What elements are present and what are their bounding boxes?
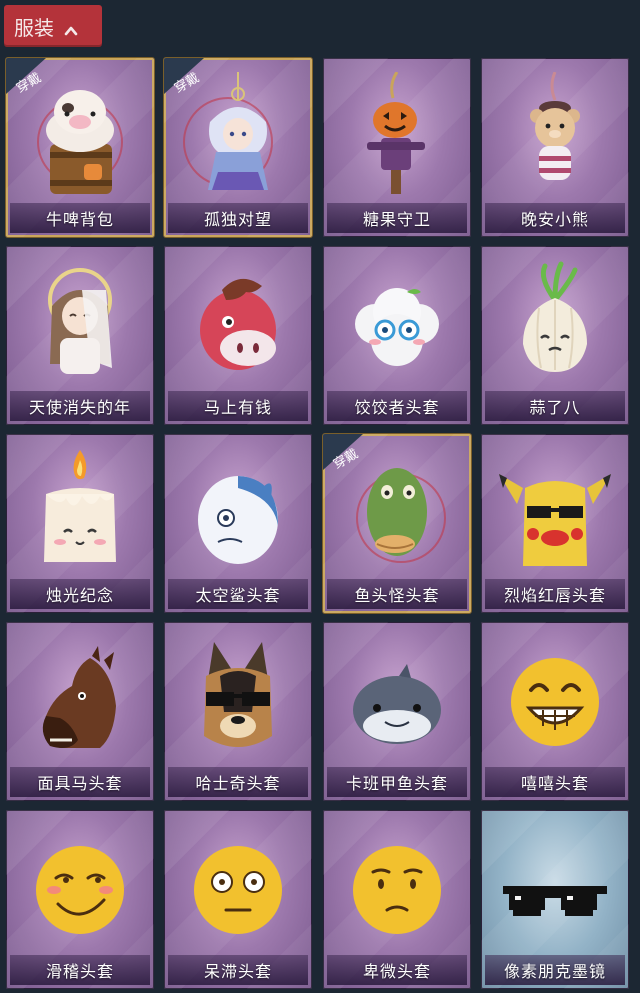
costume-card[interactable]: 烛光纪念 [6,434,154,613]
husky-head-sunglasses-icon [204,642,272,747]
cloud-dumpling-head-icon [355,288,439,366]
costume-label: 卑微头套 [362,962,431,981]
costume-card[interactable]: 饺饺者头套 [323,246,471,425]
costume-card[interactable]: 卑微头套 [323,810,471,989]
costume-label: 面具马头套 [37,774,123,793]
costume-card[interactable]: 穿戴 孤独对望 [164,58,312,237]
grey-fish-head-icon [353,664,441,744]
space-shark-head-icon [198,476,278,564]
dazed-emoji-head-icon [194,846,282,934]
costume-card[interactable]: 天使消失的年 [6,246,154,425]
costume-card[interactable]: 糖果守卫 [323,58,471,237]
costume-card[interactable]: 卡班甲鱼头套 [323,622,471,801]
costume-label: 天使消失的年 [28,398,131,417]
costume-card[interactable]: 面具马头套 [6,622,154,801]
pumpkin-scarecrow-pendant-icon [367,72,425,194]
horse-mask-icon [42,646,116,748]
costume-label: 滑稽头套 [45,962,114,981]
costume-card[interactable]: 马上有钱 [164,246,312,425]
costume-label: 呆滞头套 [203,962,272,981]
costume-card[interactable]: 蒜了八 [481,246,629,425]
costume-card[interactable]: 穿戴 牛啤背包 [6,58,154,237]
equipped-badge: 穿戴 [6,58,66,96]
costume-label: 太空鲨头套 [195,586,281,605]
equipped-badge: 穿戴 [323,434,383,472]
costume-label: 像素朋克墨镜 [503,962,606,981]
costume-label: 马上有钱 [203,398,272,417]
costume-label: 晚安小熊 [520,210,589,229]
costume-card[interactable]: 太空鲨头套 [164,434,312,613]
red-horse-head-icon [200,278,276,370]
costume-card[interactable]: 嘻嘻头套 [481,622,629,801]
costume-label: 牛啤背包 [45,210,114,229]
funny-emoji-head-icon [36,846,124,934]
angel-girl-doll-icon [48,268,112,374]
costume-label: 嘻嘻头套 [520,774,589,793]
costume-label: 鱼头怪头套 [354,586,440,605]
costume-label: 卡班甲鱼头套 [345,774,448,793]
grin-emoji-head-icon [511,658,599,746]
costume-card[interactable]: 烈焰红唇头套 [481,434,629,613]
costume-label: 烈焰红唇头套 [503,586,606,605]
costume-card[interactable]: 像素朋克墨镜 [481,810,629,989]
costume-card[interactable]: 穿戴 鱼头怪头套 [323,434,471,613]
garlic-head-icon [523,261,587,372]
costume-label: 饺饺者头套 [354,398,440,417]
costume-label: 孤独对望 [203,210,272,229]
candle-head-icon [44,450,116,562]
costume-card[interactable]: 晚安小熊 [481,58,629,237]
costume-label: 蒜了八 [529,398,581,417]
costume-grid: 穿戴 牛啤背包 穿戴 孤独对望 糖果守卫 晚安小熊 天使消失的年 马上有钱 饺饺… [0,0,640,993]
teddy-bear-pendant-icon [530,72,580,180]
costume-card[interactable]: 滑稽头套 [6,810,154,989]
humble-emoji-head-icon [353,846,441,934]
equipped-badge: 穿戴 [164,58,224,96]
costume-card[interactable]: 哈士奇头套 [164,622,312,801]
pixel-sunglasses-icon [503,886,607,916]
costume-label: 糖果守卫 [362,210,431,229]
pikachu-lips-head-icon [499,474,611,566]
costume-label: 哈士奇头套 [195,774,281,793]
costume-label: 烛光纪念 [45,586,114,605]
costume-card[interactable]: 呆滞头套 [164,810,312,989]
